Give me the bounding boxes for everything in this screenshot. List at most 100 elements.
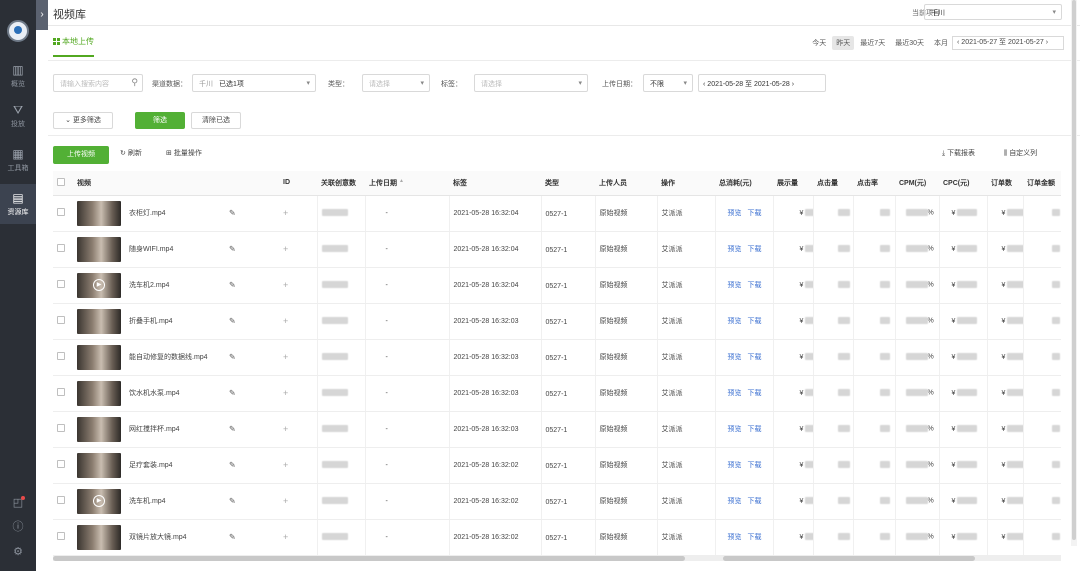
chevron-right-icon[interactable]: › [792,81,794,88]
video-thumbnail[interactable] [77,200,121,226]
add-icon[interactable]: + [283,424,288,434]
row-checkbox[interactable] [57,244,65,252]
row-checkbox[interactable] [57,316,65,324]
row-checkbox-cell[interactable] [53,375,73,412]
clear-button[interactable]: 清除已选 [191,112,241,129]
download-link[interactable]: 下载 [748,462,762,469]
search-icon[interactable]: ⚲ [131,77,138,88]
edit-icon[interactable]: ✎ [229,244,236,253]
search-input[interactable]: 请输入搜索内容 ⚲ [53,74,143,92]
custom-columns-button[interactable]: ⫼ 自定义列 [1004,148,1037,160]
select-all-checkbox[interactable] [57,177,65,186]
edit-icon[interactable]: ✎ [229,424,236,433]
row-checkbox-cell[interactable] [53,267,73,304]
channel-select[interactable]: 千川 已选1项 ▾ [192,74,316,92]
upload-video-button[interactable]: 上传视频 [53,146,109,164]
download-link[interactable]: 下载 [748,318,762,325]
row-checkbox[interactable] [57,280,65,288]
preview-link[interactable]: 预览 [728,534,742,541]
video-thumbnail[interactable]: ▶ [77,272,121,298]
add-icon[interactable]: + [283,460,288,470]
row-checkbox[interactable] [57,388,65,396]
add-icon[interactable]: + [283,532,288,542]
refresh-button[interactable]: ↻ 刷新 [120,148,142,160]
add-icon[interactable]: + [283,208,288,218]
preview-link[interactable]: 预览 [728,498,742,505]
settings-icon[interactable]: ⚙ [0,543,36,561]
batch-button[interactable]: ⊞ 批量操作 [166,148,202,160]
preview-link[interactable]: 预览 [728,318,742,325]
vertical-scrollbar[interactable] [1071,0,1077,546]
edit-icon[interactable]: ✎ [229,352,236,361]
download-link[interactable]: 下载 [748,354,762,361]
edit-icon[interactable]: ✎ [229,316,236,325]
preview-link[interactable]: 预览 [728,426,742,433]
notification-icon[interactable]: ◰ [0,494,36,512]
sidebar-item-library[interactable]: ▤ 资源库 [0,184,36,224]
help-icon[interactable]: ⓘ [0,518,36,536]
sidebar-item-toolbox[interactable]: ▦ 工具箱 [0,140,36,180]
edit-icon[interactable]: ✎ [229,460,236,469]
download-link[interactable]: 下载 [748,426,762,433]
row-checkbox-cell[interactable] [53,303,73,340]
date-range-picker[interactable]: ‹ 2021-05-27 至 2021-05-27 › [952,36,1064,50]
add-icon[interactable]: + [283,352,288,362]
play-icon[interactable]: ▶ [93,494,105,507]
play-icon[interactable]: ▶ [93,278,105,291]
row-checkbox-cell[interactable] [53,411,73,448]
edit-icon[interactable]: ✎ [229,496,236,505]
preview-link[interactable]: 预览 [728,354,742,361]
upload-date-select[interactable]: 不限 ▾ [643,74,693,92]
download-link[interactable]: 下载 [748,390,762,397]
horizontal-scrollbar[interactable] [53,556,1061,561]
download-link[interactable]: 下载 [748,498,762,505]
range-last-30-days[interactable]: 最近30天 [891,36,928,50]
edit-icon[interactable]: ✎ [229,280,236,289]
video-thumbnail[interactable] [77,236,121,262]
tab-local-upload[interactable]: 本地上传 [53,36,94,57]
row-checkbox-cell[interactable] [53,447,73,484]
range-last-7-days[interactable]: 最近7天 [856,36,889,50]
sort-icon[interactable]: ▲ [399,178,404,184]
preview-link[interactable]: 预览 [728,282,742,289]
video-thumbnail[interactable]: ▶ [77,488,121,514]
tag-select[interactable]: 请选择 ▾ [474,74,588,92]
collapse-arrow-icon[interactable]: › [36,0,48,30]
scroll-thumb[interactable] [723,556,975,561]
sidebar-item-overview[interactable]: ▥ 概览 [0,56,36,96]
range-this-month[interactable]: 本月 [930,36,952,50]
add-icon[interactable]: + [283,280,288,290]
video-thumbnail[interactable] [77,344,121,370]
row-checkbox[interactable] [57,424,65,432]
chevron-left-icon[interactable]: ‹ [957,39,959,46]
edit-icon[interactable]: ✎ [229,532,236,541]
download-report-button[interactable]: ⤓ 下载报表 [942,148,975,160]
sidebar-item-delivery[interactable]: ⛛ 投放 [0,96,36,136]
col-upload-date[interactable]: 上传日期 ▲ [365,171,449,196]
avatar[interactable] [7,20,29,42]
row-checkbox-cell[interactable] [53,195,73,232]
video-thumbnail[interactable] [77,416,121,442]
video-thumbnail[interactable] [77,524,121,550]
row-checkbox[interactable] [57,208,65,216]
download-link[interactable]: 下载 [748,210,762,217]
chevron-left-icon[interactable]: ‹ [703,81,705,88]
row-checkbox[interactable] [57,496,65,504]
edit-icon[interactable]: ✎ [229,208,236,217]
scroll-thumb[interactable] [1072,0,1076,540]
range-today[interactable]: 今天 [808,36,830,50]
range-yesterday[interactable]: 昨天 [832,36,855,50]
preview-link[interactable]: 预览 [728,390,742,397]
video-thumbnail[interactable] [77,308,121,334]
upload-date-range[interactable]: ‹ 2021-05-28 至 2021-05-28 › [698,74,826,92]
scroll-thumb[interactable] [53,556,685,561]
download-link[interactable]: 下载 [748,282,762,289]
filter-button[interactable]: 筛选 [135,112,185,129]
add-icon[interactable]: + [283,244,288,254]
row-checkbox-cell[interactable] [53,339,73,376]
preview-link[interactable]: 预览 [728,462,742,469]
preview-link[interactable]: 预览 [728,246,742,253]
more-filters-button[interactable]: ⌄ 更多筛选 [53,112,113,129]
row-checkbox-cell[interactable] [53,231,73,268]
add-icon[interactable]: + [283,316,288,326]
